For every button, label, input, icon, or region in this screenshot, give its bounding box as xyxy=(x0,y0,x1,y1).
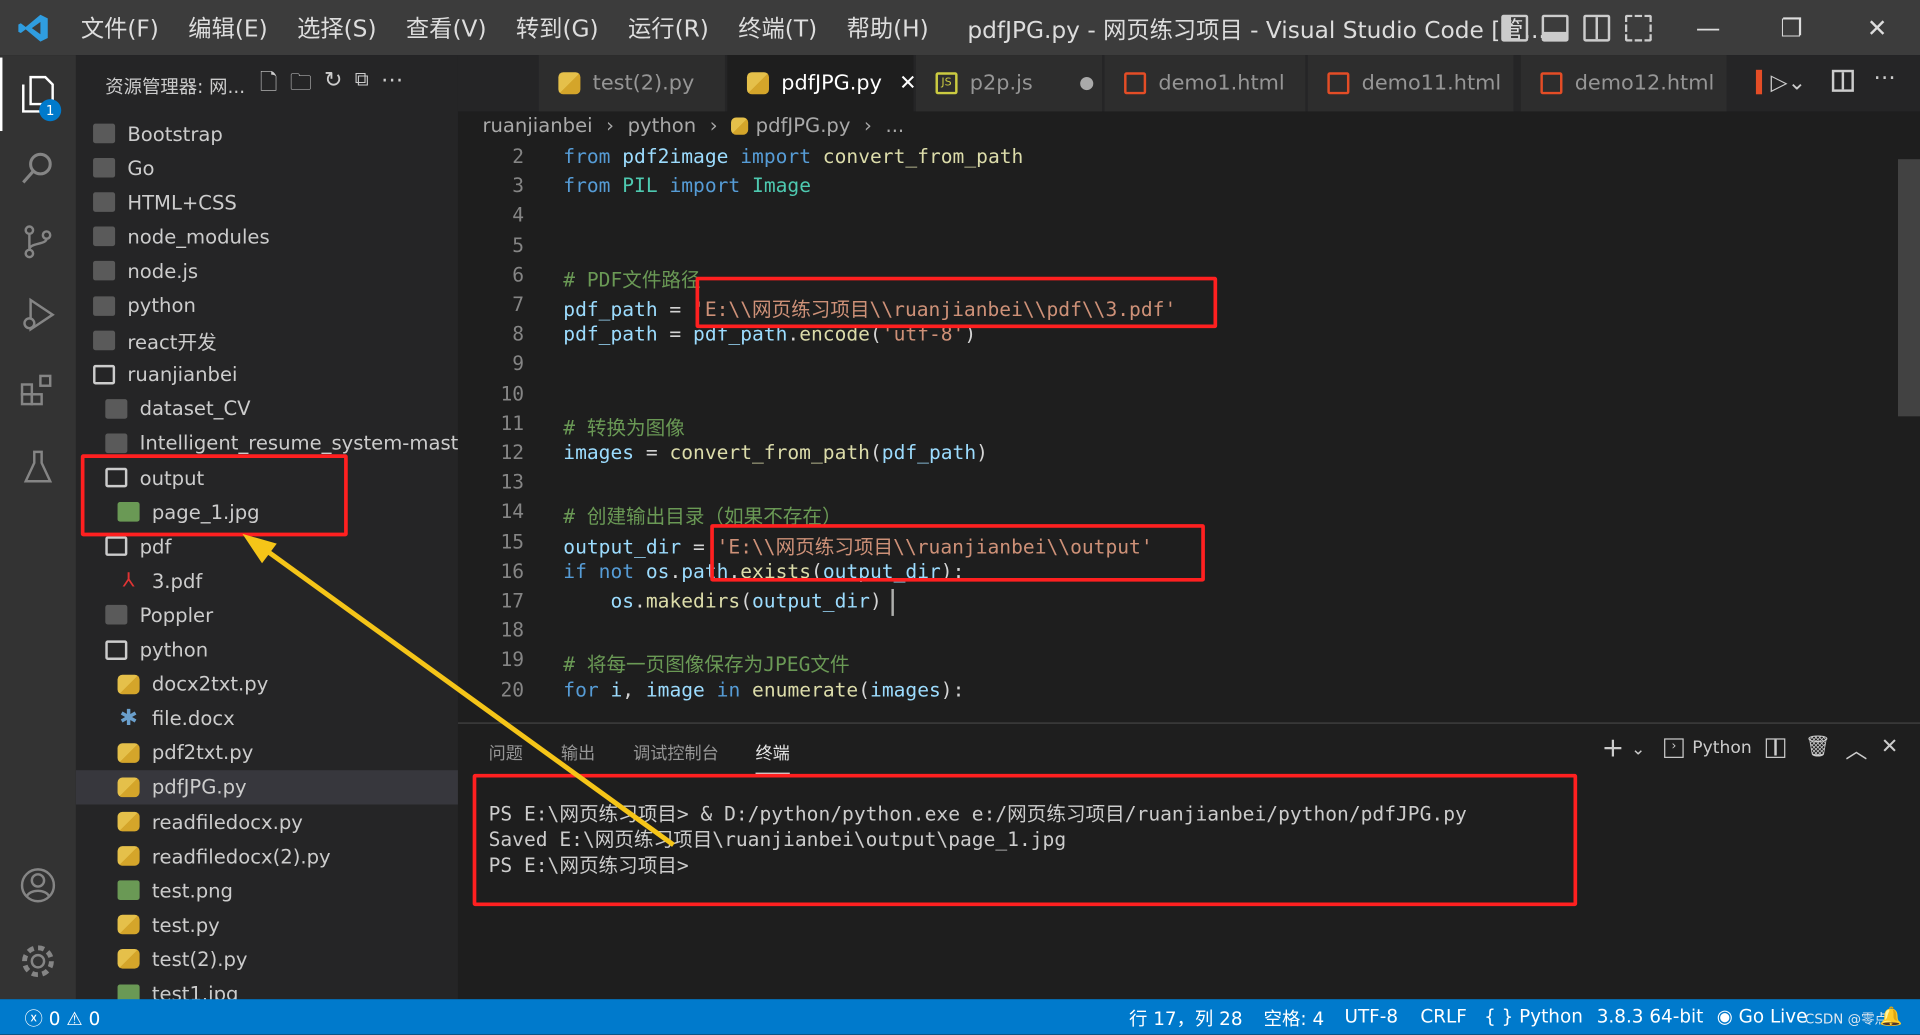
vscode-window: 文件(F) 编辑(E) 选择(S) 查看(V) 转到(G) 运行(R) 终端(T… xyxy=(0,0,1920,1035)
annotation-arrow xyxy=(242,533,675,847)
